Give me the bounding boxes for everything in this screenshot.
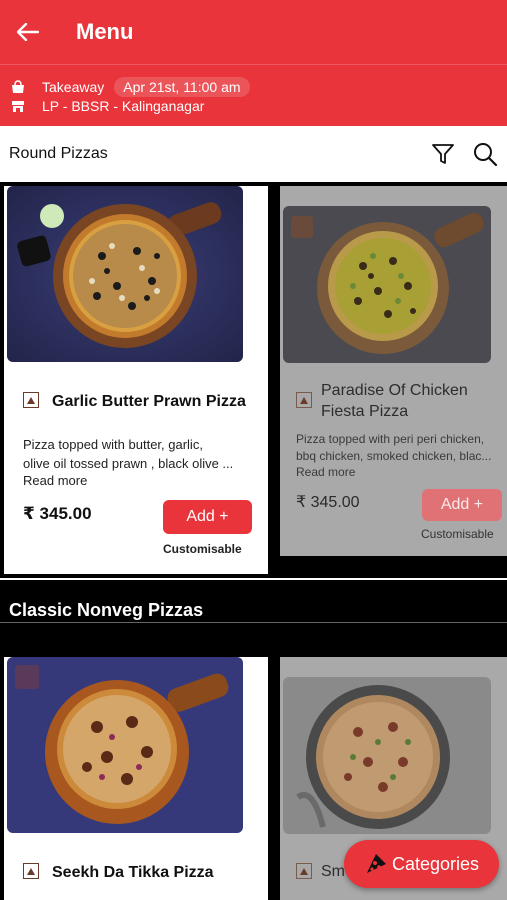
food-type-icon (296, 863, 312, 879)
store-name: LP - BBSR - Kalinganagar (42, 98, 205, 114)
item-description-line: Pizza topped with peri peri chicken, (296, 432, 485, 446)
pizza-image[interactable] (283, 206, 491, 363)
menu-item-card[interactable]: Paradise Of Chicken Fiesta Pizza Pizza t… (280, 186, 507, 556)
customisable-label: Customisable (163, 542, 242, 556)
filter-icon[interactable] (429, 140, 457, 168)
food-type-icon (296, 392, 312, 408)
item-name: Seekh Da Tikka Pizza (52, 864, 214, 881)
category-header: Round Pizzas (0, 126, 507, 182)
pizza-image[interactable] (7, 186, 243, 362)
customisable-label: Customisable (421, 527, 494, 541)
add-button[interactable]: Add + (422, 489, 502, 521)
item-name: Paradise Of Chicken Fiesta Pizza (321, 380, 501, 422)
page-title: Menu (76, 19, 134, 44)
order-datetime[interactable]: Apr 21st, 11:00 am (114, 77, 250, 97)
categories-button[interactable]: Categories (344, 840, 499, 888)
item-name-line: Paradise Of Chicken (321, 382, 468, 399)
categories-label: Categories (391, 853, 480, 874)
item-description-line: Pizza topped with butter, garlic, (23, 437, 203, 452)
store-icon (10, 98, 26, 114)
item-name-line: Fiesta Pizza (321, 403, 409, 420)
pizza-slice-icon (364, 852, 388, 876)
item-description-line: bbq chicken, smoked chicken, blac... (296, 449, 492, 463)
menu-item-card[interactable]: Garlic Butter Prawn Pizza Pizza topped w… (4, 186, 268, 574)
item-description: Pizza topped with peri peri chicken, bbq… (296, 431, 506, 465)
add-button[interactable]: Add + (163, 500, 252, 534)
pizza-image[interactable] (7, 657, 243, 833)
section-title: Classic Nonveg Pizzas (9, 600, 204, 620)
back-arrow-icon[interactable] (6, 10, 50, 54)
category-title: Round Pizzas (9, 145, 108, 162)
category-section-header: Classic Nonveg Pizzas (0, 578, 507, 620)
item-description-line: olive oil tossed prawn , black olive ... (23, 456, 234, 471)
item-price: ₹ 345.00 (23, 504, 92, 523)
order-info-bar[interactable]: Takeaway Apr 21st, 11:00 am LP - BBSR - … (0, 64, 507, 126)
order-mode-row[interactable]: Takeaway Apr 21st, 11:00 am (10, 77, 250, 97)
top-bar: Menu (0, 0, 507, 64)
food-type-icon (23, 863, 39, 879)
menu-screen: Menu Takeaway Apr 21st, 11:00 am LP - BB… (0, 0, 507, 900)
store-row[interactable]: LP - BBSR - Kalinganagar (10, 98, 204, 114)
read-more-link[interactable]: Read more (296, 465, 355, 479)
read-more-link[interactable]: Read more (23, 473, 87, 488)
menu-item-card[interactable]: Seekh Da Tikka Pizza (4, 657, 268, 900)
item-description: Pizza topped with butter, garlic, olive … (23, 435, 263, 473)
pizza-image[interactable] (283, 677, 491, 834)
food-type-icon (23, 392, 39, 408)
item-name: Garlic Butter Prawn Pizza (52, 393, 246, 410)
shopping-bag-icon (10, 79, 26, 95)
item-price: ₹ 345.00 (296, 494, 360, 511)
category-tools (429, 140, 499, 168)
divider (0, 622, 507, 623)
order-mode: Takeaway (42, 79, 105, 95)
search-icon[interactable] (471, 140, 499, 168)
